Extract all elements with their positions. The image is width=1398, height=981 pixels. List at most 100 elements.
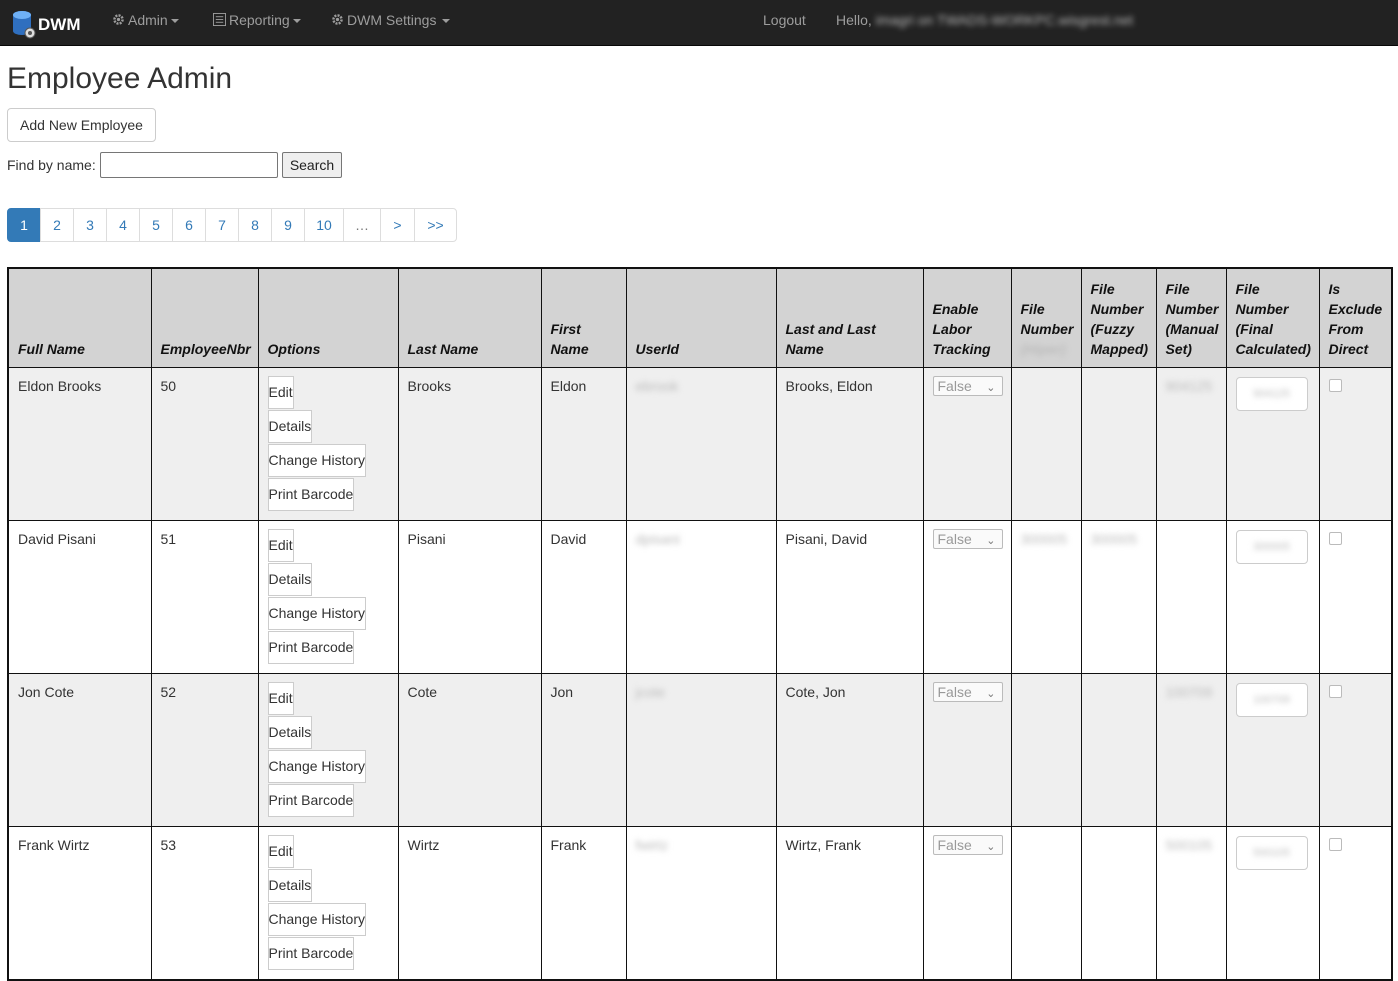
cell-userid: dpisani bbox=[625, 519, 777, 674]
change-history-button[interactable]: Change History bbox=[267, 443, 366, 477]
page-link-8[interactable]: 8 bbox=[238, 208, 272, 242]
list-alt-icon bbox=[213, 1, 226, 41]
labor-tracking-select[interactable]: False ⌄ bbox=[932, 528, 1003, 549]
page-link-10[interactable]: 10 bbox=[304, 208, 344, 242]
page-link-3[interactable]: 3 bbox=[73, 208, 107, 242]
nav-admin-label: Admin bbox=[128, 12, 168, 28]
labor-tracking-select[interactable]: False ⌄ bbox=[932, 834, 1003, 855]
brand-link[interactable]: DWM bbox=[12, 8, 80, 40]
edit-button[interactable]: Edit bbox=[267, 528, 294, 562]
details-button[interactable]: Details bbox=[267, 715, 313, 749]
header-employee-nbr[interactable]: EmployeeNbr bbox=[150, 267, 259, 368]
cell-file-number-fuzzy bbox=[1080, 825, 1157, 980]
search-button[interactable]: Search bbox=[282, 152, 342, 178]
header-is-exclude[interactable]: Is Exclude From Direct bbox=[1318, 267, 1393, 368]
header-first-name[interactable]: First Name bbox=[540, 267, 627, 368]
header-file-number-final[interactable]: File Number (Final Calculated) bbox=[1225, 267, 1320, 368]
page-link-5[interactable]: 5 bbox=[139, 208, 173, 242]
edit-button[interactable]: Edit bbox=[267, 834, 294, 868]
cell-file-number: 300005 bbox=[1010, 519, 1082, 674]
header-last-and-last-name[interactable]: Last and Last Name bbox=[775, 267, 924, 368]
file-final-field[interactable]: 300005 bbox=[1235, 529, 1308, 564]
print-barcode-button[interactable]: Print Barcode bbox=[267, 783, 355, 817]
header-enable-labor-tracking[interactable]: Enable Labor Tracking bbox=[922, 267, 1012, 368]
page-link-2[interactable]: 2 bbox=[40, 208, 74, 242]
hello-label: Hello, bbox=[836, 12, 872, 28]
cell-file-number bbox=[1010, 825, 1082, 980]
exclude-checkbox[interactable] bbox=[1328, 837, 1342, 851]
header-full-name[interactable]: Full Name bbox=[7, 267, 152, 368]
file-manual-value: 500105 bbox=[1165, 836, 1213, 853]
page-link-1[interactable]: 1 bbox=[7, 208, 41, 242]
page-link-6[interactable]: 6 bbox=[172, 208, 206, 242]
cell-last-and-last-name: Pisani, David bbox=[775, 519, 924, 674]
header-last-name[interactable]: Last Name bbox=[397, 267, 542, 368]
cell-enable-labor: False ⌄ bbox=[922, 825, 1012, 980]
cell-first-name: Eldon bbox=[540, 366, 627, 521]
nav-dwm-settings-dropdown[interactable]: DWM Settings bbox=[331, 0, 451, 46]
caret-down-icon bbox=[292, 19, 301, 24]
change-history-button[interactable]: Change History bbox=[267, 596, 366, 630]
nav-admin-dropdown[interactable]: Admin bbox=[112, 0, 179, 46]
userid-value: dpisani bbox=[635, 530, 680, 547]
page-link-next[interactable]: > bbox=[380, 208, 415, 242]
page-link-4[interactable]: 4 bbox=[106, 208, 140, 242]
file-final-field[interactable]: 904125 bbox=[1235, 376, 1308, 411]
page-link-9[interactable]: 9 bbox=[271, 208, 305, 242]
print-barcode-button[interactable]: Print Barcode bbox=[267, 477, 355, 511]
details-button[interactable]: Details bbox=[267, 562, 313, 596]
exclude-checkbox[interactable] bbox=[1328, 531, 1342, 545]
chevron-down-icon: ⌄ bbox=[986, 840, 996, 853]
header-file-number[interactable]: File Number (Hiper) bbox=[1010, 267, 1082, 368]
file-final-field[interactable]: 500105 bbox=[1235, 835, 1308, 870]
cell-file-number-final: 100709 bbox=[1225, 672, 1320, 827]
header-file-number-fuzzy[interactable]: File Number (Fuzzy Mapped) bbox=[1080, 267, 1157, 368]
user-greeting[interactable]: Hello, imagri on TWADS-WORKPC.wisgrest.n… bbox=[836, 0, 1133, 46]
nav-reporting-dropdown[interactable]: Reporting bbox=[213, 0, 301, 46]
exclude-checkbox[interactable] bbox=[1328, 684, 1342, 698]
cell-employee-nbr: 51 bbox=[150, 519, 259, 674]
cell-userid: fwirtz bbox=[625, 825, 777, 980]
print-barcode-button[interactable]: Print Barcode bbox=[267, 630, 355, 664]
cell-file-number-fuzzy bbox=[1080, 366, 1157, 521]
page-title: Employee Admin bbox=[7, 62, 233, 95]
edit-button[interactable]: Edit bbox=[267, 375, 294, 409]
header-file-number-manual[interactable]: File Number (Manual Set) bbox=[1155, 267, 1227, 368]
file-final-field[interactable]: 100709 bbox=[1235, 682, 1308, 717]
file-final-value: 500105 bbox=[1253, 846, 1290, 859]
change-history-button[interactable]: Change History bbox=[267, 902, 366, 936]
edit-button[interactable]: Edit bbox=[267, 681, 294, 715]
labor-tracking-value: False bbox=[937, 530, 972, 547]
caret-down-icon bbox=[442, 19, 451, 24]
page-link-ellipsis: … bbox=[343, 208, 381, 242]
cell-file-number-final: 300005 bbox=[1225, 519, 1320, 674]
cell-file-number-fuzzy bbox=[1080, 672, 1157, 827]
header-file-number-sub: (Hiper) bbox=[1020, 340, 1066, 357]
page-link-7[interactable]: 7 bbox=[205, 208, 239, 242]
change-history-button[interactable]: Change History bbox=[267, 749, 366, 783]
cell-file-number-manual: 904125 bbox=[1155, 366, 1227, 521]
labor-tracking-select[interactable]: False ⌄ bbox=[932, 681, 1003, 702]
find-by-name-input[interactable] bbox=[100, 152, 278, 178]
chevron-down-icon: ⌄ bbox=[986, 534, 996, 547]
table-row: Frank Wirtz 53 Edit Details Change Histo… bbox=[7, 825, 1393, 980]
details-button[interactable]: Details bbox=[267, 409, 313, 443]
file-number-value: 300005 bbox=[1020, 530, 1068, 547]
gear-icon bbox=[331, 1, 344, 41]
cell-first-name: David bbox=[540, 519, 627, 674]
print-barcode-button[interactable]: Print Barcode bbox=[267, 936, 355, 970]
header-file-number-label: File Number bbox=[1020, 300, 1074, 337]
labor-tracking-select[interactable]: False ⌄ bbox=[932, 375, 1003, 396]
details-button[interactable]: Details bbox=[267, 868, 313, 902]
page-link-last[interactable]: >> bbox=[414, 208, 457, 242]
cell-full-name: Frank Wirtz bbox=[7, 825, 152, 980]
cell-full-name: Eldon Brooks bbox=[7, 366, 152, 521]
cell-file-number bbox=[1010, 366, 1082, 521]
header-userid[interactable]: UserId bbox=[625, 267, 777, 368]
add-new-employee-button[interactable]: Add New Employee bbox=[7, 108, 156, 142]
cell-file-number-final: 904125 bbox=[1225, 366, 1320, 521]
labor-tracking-value: False bbox=[937, 683, 972, 700]
logout-link[interactable]: Logout bbox=[763, 0, 806, 46]
exclude-checkbox[interactable] bbox=[1328, 378, 1342, 392]
cell-is-exclude bbox=[1318, 825, 1393, 980]
